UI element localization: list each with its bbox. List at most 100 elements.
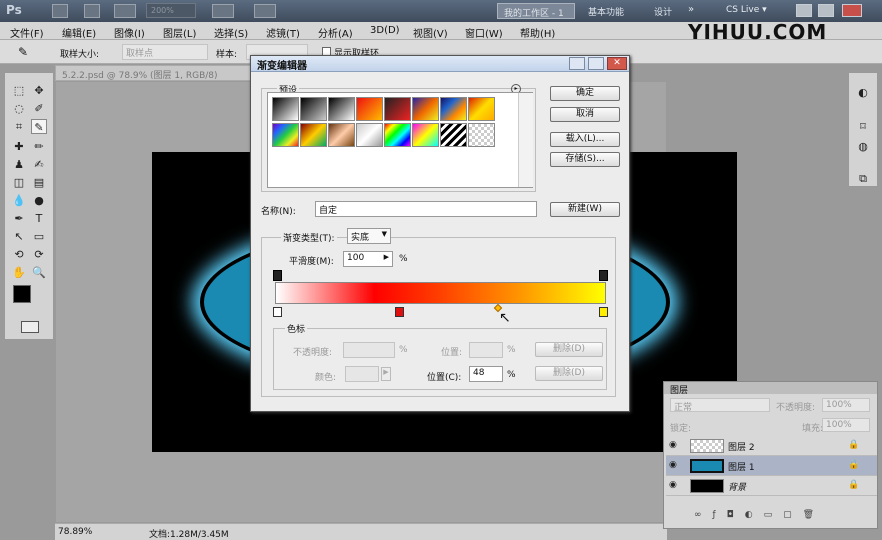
opacity-stop-left[interactable] [273, 270, 282, 281]
opacity-delete-button[interactable]: 删除(D) [535, 342, 603, 357]
healing-tool-icon[interactable]: ✚ [11, 139, 27, 154]
more-workspaces-icon[interactable]: » [688, 4, 694, 15]
new-button[interactable]: 新建(W) [550, 202, 620, 217]
menu-image[interactable]: 图像(I) [114, 25, 145, 40]
mini-bridge-icon[interactable] [84, 4, 100, 18]
save-button[interactable]: 存储(S)... [550, 152, 620, 167]
move-tool-icon[interactable]: ✥ [31, 83, 47, 98]
zoom-level[interactable]: 78.89% [58, 527, 92, 537]
layers-panel-footer-icons[interactable]: ∞ƒ◘◐▭▢🗑 [694, 510, 874, 524]
opacity-stop-right[interactable] [599, 270, 608, 281]
screen-mode-icon[interactable] [254, 4, 276, 18]
smoothness-input[interactable]: 100 ▶ [343, 251, 393, 267]
layers-panel-title[interactable]: 图层 [670, 383, 688, 396]
menu-layer[interactable]: 图层(L) [163, 25, 196, 40]
preset-swatch[interactable] [384, 97, 411, 121]
eyedropper-icon[interactable]: ✎ [18, 45, 28, 59]
layer-row-background[interactable]: ◉ 背景 🔒 [666, 476, 877, 496]
layer-name[interactable]: 图层 1 [728, 460, 755, 473]
view-extras-icon[interactable] [114, 4, 136, 18]
layer-name[interactable]: 图层 2 [728, 440, 755, 453]
menu-window[interactable]: 窗口(W) [465, 25, 503, 40]
crop-tool-icon[interactable]: ⌗ [11, 119, 27, 134]
preset-swatch[interactable] [328, 97, 355, 121]
workspace-active[interactable]: 我的工作区 - 1 [497, 3, 575, 19]
preset-swatch[interactable] [468, 97, 495, 121]
transform-icon[interactable]: ⌑ [855, 119, 871, 134]
color-stop-yellow[interactable] [599, 307, 608, 317]
menu-3d[interactable]: 3D(D) [370, 25, 400, 36]
layer-row-2[interactable]: ◉ 图层 2 🔒 [666, 436, 877, 456]
layer-comps-icon[interactable]: ⧉ [855, 171, 871, 186]
fill-input[interactable]: 100% [822, 418, 870, 432]
presets-scrollbar[interactable] [518, 93, 533, 187]
preset-swatch[interactable] [300, 123, 327, 147]
3d-orbit-tool-icon[interactable]: ⟳ [31, 247, 47, 262]
preset-swatch[interactable] [440, 123, 467, 147]
visibility-eye-icon[interactable]: ◉ [669, 460, 681, 470]
menu-edit[interactable]: 编辑(E) [62, 25, 96, 40]
layer-opacity-input[interactable]: 100% [822, 398, 870, 412]
color-stop-white[interactable] [273, 307, 282, 317]
menu-analysis[interactable]: 分析(A) [318, 25, 353, 40]
workspace-design[interactable]: 设计 [648, 3, 684, 19]
bridge-icon[interactable] [52, 4, 68, 18]
cs-live-button[interactable]: CS Live ▾ [722, 3, 790, 19]
blend-mode-select[interactable]: 正常 [670, 398, 770, 413]
preset-swatch[interactable] [356, 123, 383, 147]
zoom-tool-icon[interactable]: 🔍 [31, 265, 47, 280]
preset-swatch[interactable] [300, 97, 327, 121]
marquee-tool-icon[interactable]: ⬚ [11, 83, 27, 98]
sample-size-select[interactable]: 取样点 [122, 44, 208, 60]
workspace-essentials[interactable]: 基本功能 [582, 3, 638, 19]
preset-swatch[interactable] [328, 123, 355, 147]
color-position-input[interactable]: 48 [469, 366, 503, 382]
path-select-tool-icon[interactable]: ↖ [11, 229, 27, 244]
eraser-tool-icon[interactable]: ◫ [11, 175, 27, 190]
preset-swatch[interactable] [356, 97, 383, 121]
brush-tool-icon[interactable]: ✏ [31, 139, 47, 154]
menu-help[interactable]: 帮助(H) [520, 25, 555, 40]
stamp-tool-icon[interactable]: ♟ [11, 157, 27, 172]
preset-swatch[interactable] [412, 97, 439, 121]
preset-swatch[interactable] [468, 123, 495, 147]
shape-tool-icon[interactable]: ▭ [31, 229, 47, 244]
zoom-select[interactable]: 200% [146, 3, 196, 18]
opacity-position-input[interactable] [469, 342, 503, 358]
preset-swatch[interactable] [272, 97, 299, 121]
preset-swatch[interactable] [412, 123, 439, 147]
navigator-icon[interactable]: ◐ [855, 85, 871, 100]
menu-view[interactable]: 视图(V) [413, 25, 448, 40]
minimize-icon[interactable] [796, 4, 812, 17]
dodge-tool-icon[interactable]: ● [31, 193, 47, 208]
foreground-color-swatch[interactable] [13, 285, 31, 303]
cancel-button[interactable]: 取消 [550, 107, 620, 122]
restore-icon[interactable] [818, 4, 834, 17]
doc-size[interactable]: 文档:1.28M/3.45M [149, 527, 229, 540]
visibility-eye-icon[interactable]: ◉ [669, 440, 681, 450]
color-stop-red[interactable] [395, 307, 404, 317]
dialog-maximize-icon[interactable] [588, 57, 604, 70]
preset-swatch[interactable] [440, 97, 467, 121]
quick-select-tool-icon[interactable]: ✐ [31, 101, 47, 116]
document-tab[interactable]: 5.2.2.psd @ 78.9% (图层 1, RGB/8) [55, 65, 255, 81]
close-icon[interactable] [842, 4, 862, 17]
type-tool-icon[interactable]: T [31, 211, 47, 226]
ok-button[interactable]: 确定 [550, 86, 620, 101]
load-button[interactable]: 载入(L)... [550, 132, 620, 147]
gradient-tool-icon[interactable]: ▤ [31, 175, 47, 190]
mask-icon[interactable]: ◍ [855, 139, 871, 154]
3d-rotate-tool-icon[interactable]: ⟲ [11, 247, 27, 262]
arrange-documents-icon[interactable] [212, 4, 234, 18]
color-arrow-icon[interactable]: ▶ [381, 367, 391, 381]
preset-swatch[interactable] [384, 123, 411, 147]
visibility-eye-icon[interactable]: ◉ [669, 480, 681, 490]
gradient-preview-bar[interactable] [275, 282, 606, 304]
lasso-tool-icon[interactable]: ◌ [11, 101, 27, 116]
history-brush-tool-icon[interactable]: ✍ [31, 157, 47, 172]
quick-mask-icon[interactable] [21, 321, 39, 333]
eyedropper-tool-icon[interactable]: ✎ [31, 119, 47, 134]
hand-tool-icon[interactable]: ✋ [11, 265, 27, 280]
layer-name[interactable]: 背景 [728, 480, 746, 493]
stop-opacity-input[interactable] [343, 342, 395, 358]
